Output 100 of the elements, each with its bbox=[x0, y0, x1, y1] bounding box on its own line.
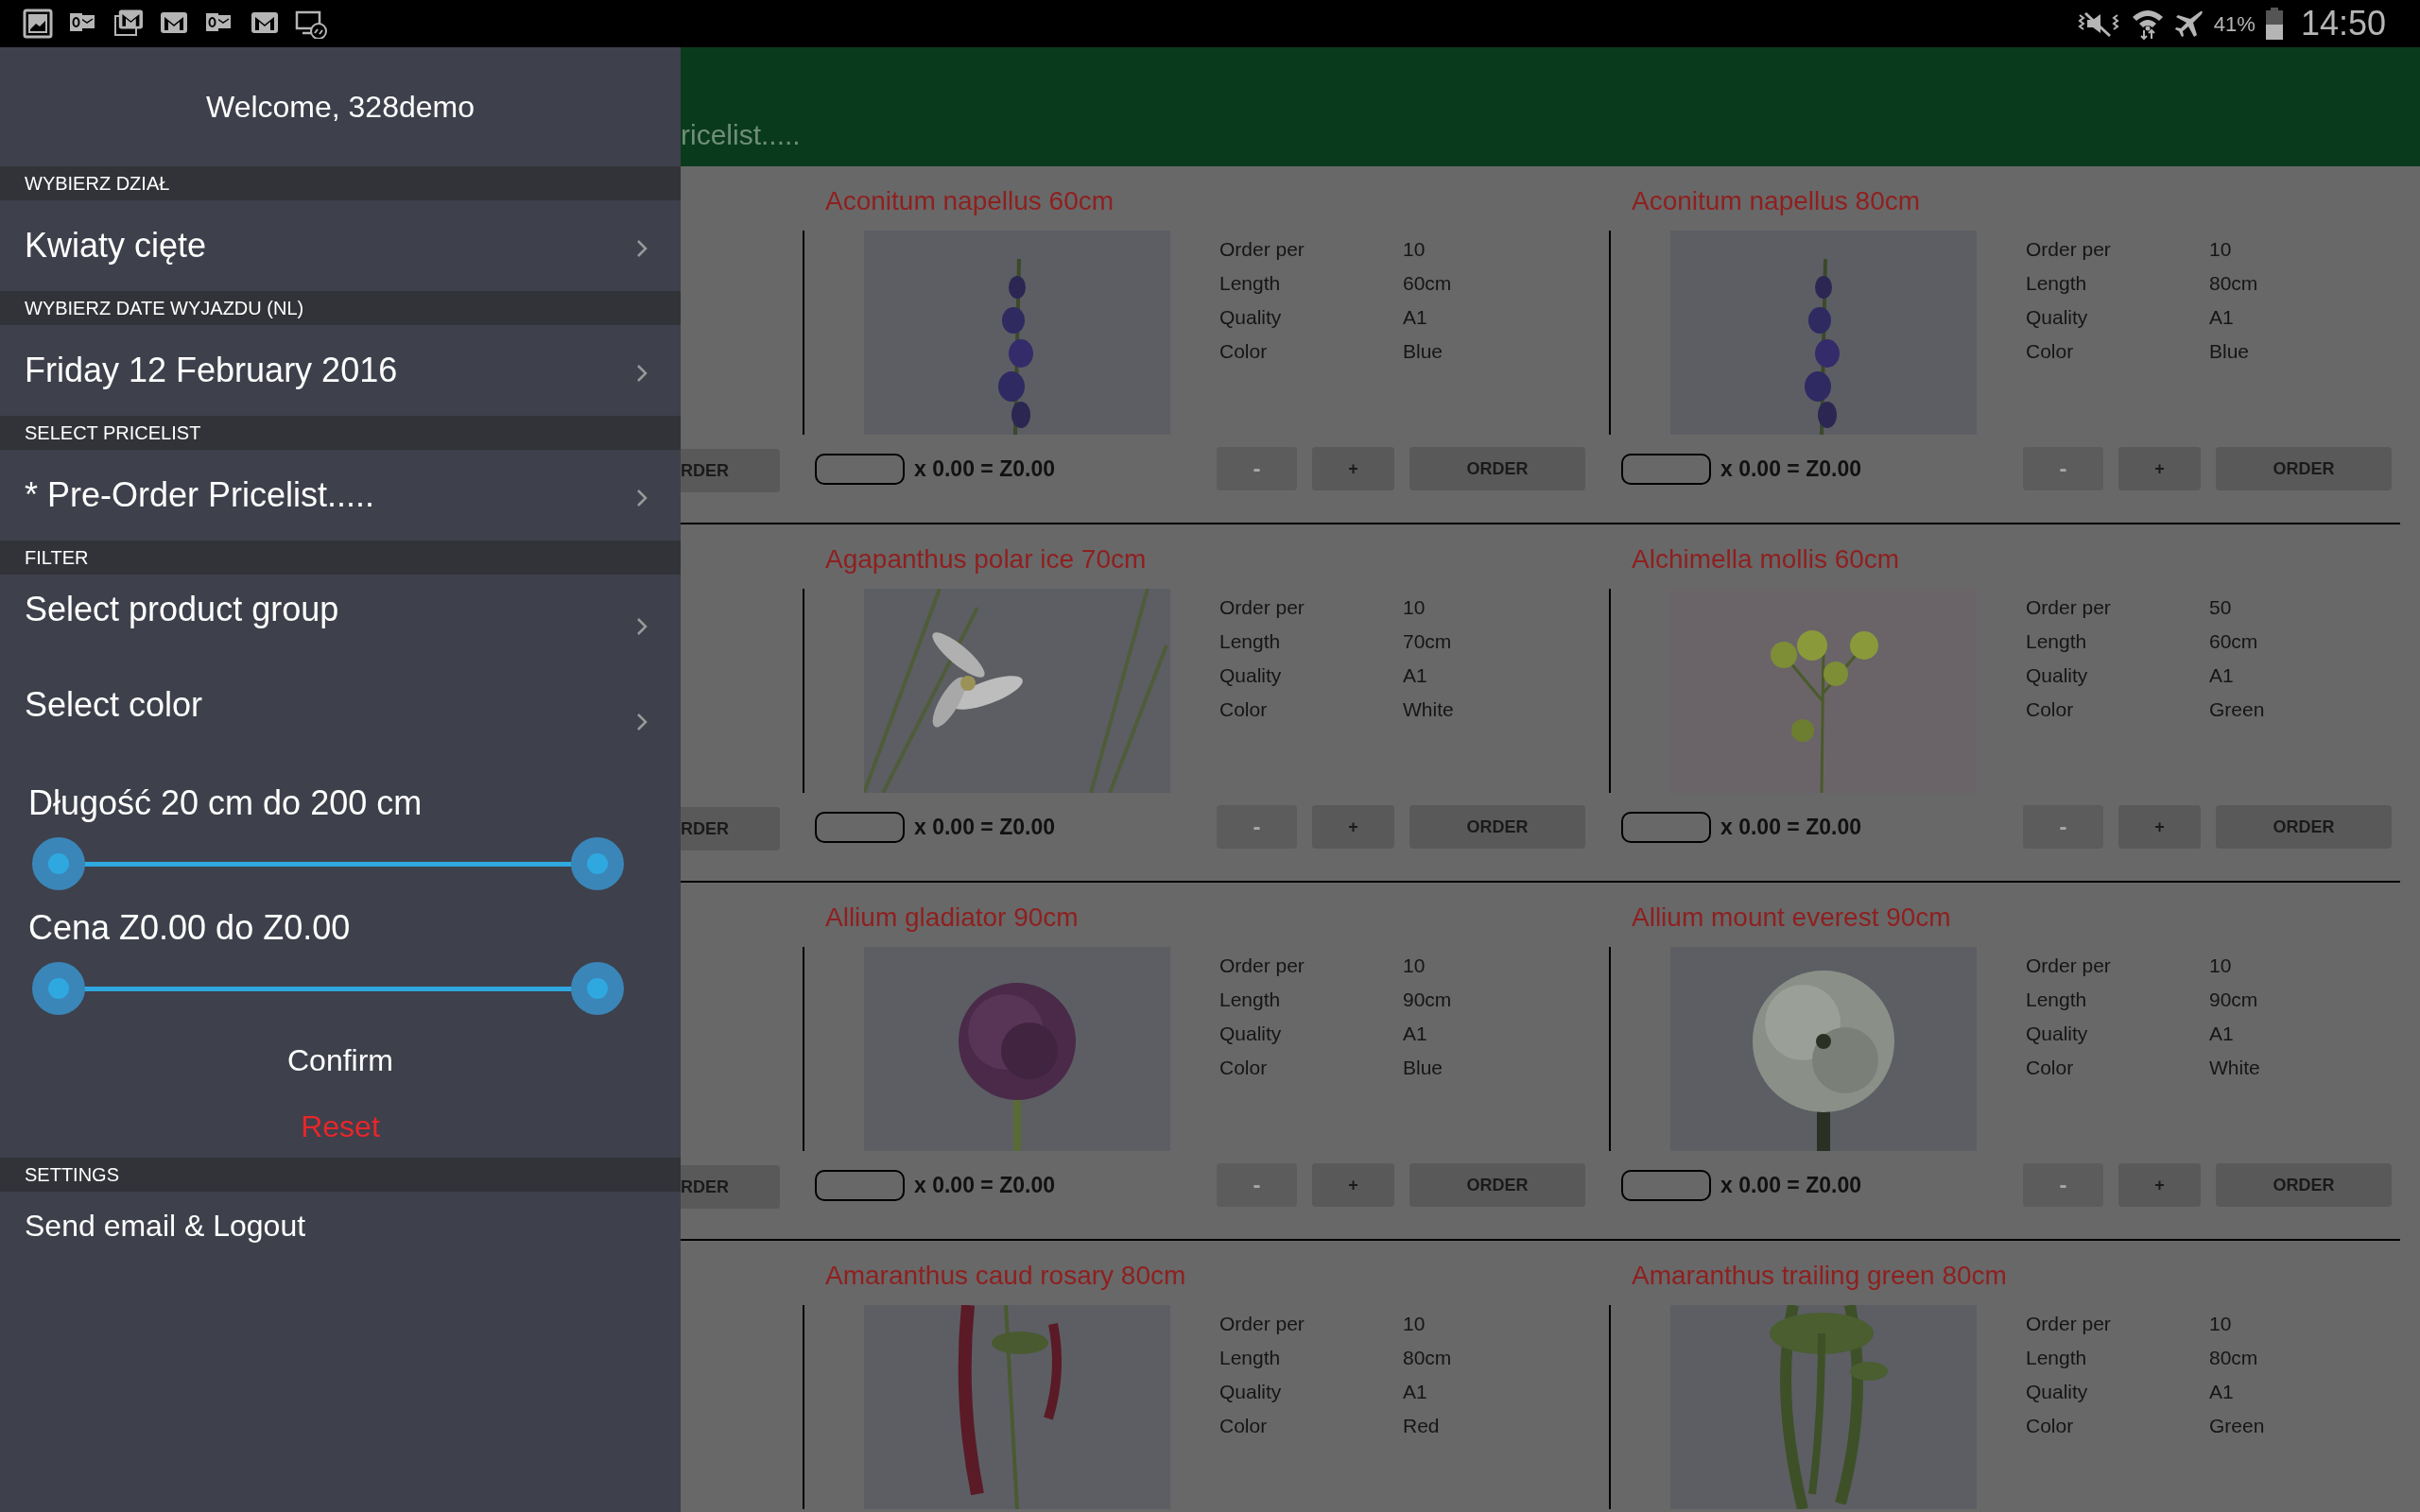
price-total: x 0.00 = Z0.00 bbox=[1720, 455, 1862, 483]
spec-label: Length bbox=[1219, 1346, 1282, 1370]
quantity-field[interactable] bbox=[815, 453, 905, 485]
product-title[interactable]: Aconitum napellus 60cm bbox=[803, 185, 1609, 217]
price-total: x 0.00 = Z0.00 bbox=[1720, 813, 1862, 841]
spec-label: Quality bbox=[2026, 305, 2089, 330]
menu-item[interactable]: * Pre-Order Pricelist..... bbox=[0, 450, 681, 541]
spec-label: Color bbox=[2026, 1056, 2075, 1080]
spec-label: Length bbox=[2026, 629, 2088, 654]
product-title[interactable]: Agapanthus polar ice 70cm bbox=[803, 543, 1609, 576]
spec-label: Length bbox=[2026, 1346, 2088, 1370]
order-button[interactable]: RDER bbox=[681, 449, 780, 492]
product-title[interactable]: Alchimella mollis 60cm bbox=[1609, 543, 2415, 576]
filter-item[interactable]: Select color bbox=[0, 670, 681, 765]
chevron-right-icon bbox=[635, 488, 648, 508]
spec-value: Blue bbox=[1403, 339, 1444, 364]
battery-percentage: 41% bbox=[2213, 10, 2256, 38]
spec-label: Order per bbox=[2026, 1312, 2112, 1336]
spec-label: Quality bbox=[1219, 305, 1283, 330]
spec-value: 70cm bbox=[1403, 629, 1453, 654]
filter-item[interactable]: Select product group bbox=[0, 575, 681, 670]
menu-item[interactable]: Send email & Logout bbox=[0, 1192, 681, 1260]
gallery-icon bbox=[23, 9, 55, 39]
increase-button[interactable]: + bbox=[1312, 805, 1394, 849]
section-header: SETTINGS bbox=[0, 1158, 681, 1192]
spec-label: Color bbox=[1219, 1056, 1269, 1080]
spec-value: A1 bbox=[2209, 663, 2235, 688]
order-button[interactable]: ORDER bbox=[1409, 447, 1585, 490]
spec-value: Blue bbox=[2209, 339, 2251, 364]
spec-value: 10 bbox=[2209, 954, 2233, 978]
spec-value: 80cm bbox=[2209, 1346, 2259, 1370]
menu-item[interactable]: Friday 12 February 2016 bbox=[0, 325, 681, 416]
spec-label: Color bbox=[1219, 697, 1269, 722]
spec-value: 90cm bbox=[2209, 988, 2259, 1012]
spec-value: Green bbox=[2209, 697, 2265, 722]
section-header: WYBIERZ DZIAŁ bbox=[0, 166, 681, 200]
spec-label: Quality bbox=[1219, 1022, 1283, 1046]
spec-label: Color bbox=[2026, 1414, 2075, 1438]
spec-value: White bbox=[1403, 697, 1454, 722]
product-title[interactable]: Allium mount everest 90cm bbox=[1609, 902, 2415, 934]
order-button[interactable]: ORDER bbox=[2216, 805, 2392, 849]
spec-label: Length bbox=[1219, 988, 1282, 1012]
order-button[interactable]: RDER bbox=[681, 1165, 780, 1209]
quantity-field[interactable] bbox=[815, 1169, 905, 1201]
spec-label: Order per bbox=[2026, 237, 2112, 262]
quantity-field[interactable] bbox=[815, 811, 905, 843]
increase-button[interactable]: + bbox=[2118, 805, 2201, 849]
range-label: Cena Z0.00 do Z0.00 bbox=[28, 907, 352, 949]
product-title[interactable]: Amaranthus caud rosary 80cm bbox=[803, 1260, 1609, 1292]
order-button[interactable]: RDER bbox=[681, 807, 780, 850]
spec-value: 10 bbox=[1403, 954, 1426, 978]
section-header: SELECT PRICELIST bbox=[0, 416, 681, 450]
quantity-field[interactable] bbox=[1621, 1169, 1711, 1201]
menu-item[interactable]: Kwiaty cięte bbox=[0, 200, 681, 291]
spec-label: Quality bbox=[1219, 663, 1283, 688]
spec-label: Quality bbox=[1219, 1380, 1283, 1404]
section-header: FILTER bbox=[0, 541, 681, 575]
spec-value: 80cm bbox=[1403, 1346, 1452, 1370]
confirm-button[interactable]: Confirm bbox=[280, 1041, 401, 1079]
order-button[interactable]: ORDER bbox=[2216, 447, 2392, 490]
range-slider[interactable] bbox=[32, 837, 624, 890]
clock-time: 14:50 bbox=[2300, 3, 2386, 44]
order-button[interactable]: ORDER bbox=[2216, 1163, 2392, 1207]
increase-button[interactable]: + bbox=[1312, 447, 1394, 490]
spec-value: 10 bbox=[1403, 595, 1426, 620]
section-header: WYBIERZ DATE WYJAZDU (NL) bbox=[0, 291, 681, 325]
airplane-icon bbox=[2173, 9, 2204, 39]
quantity-field[interactable] bbox=[1621, 811, 1711, 843]
spec-label: Color bbox=[1219, 1414, 1269, 1438]
quantity-field[interactable] bbox=[1621, 453, 1711, 485]
spec-value: 60cm bbox=[2209, 629, 2259, 654]
increase-button[interactable]: + bbox=[2118, 1163, 2201, 1207]
mail-stack-icon bbox=[113, 9, 146, 39]
increase-button[interactable]: + bbox=[1312, 1163, 1394, 1207]
spec-value: A1 bbox=[1403, 1022, 1428, 1046]
spec-value: 10 bbox=[2209, 237, 2233, 262]
increase-button[interactable]: + bbox=[2118, 447, 2201, 490]
spec-label: Length bbox=[1219, 271, 1282, 296]
spec-value: Blue bbox=[1403, 1056, 1444, 1080]
spec-label: Quality bbox=[2026, 1380, 2089, 1404]
product-title[interactable]: Aconitum napellus 80cm bbox=[1609, 185, 2415, 217]
range-slider[interactable] bbox=[32, 962, 624, 1015]
chevron-right-icon bbox=[635, 616, 648, 637]
spec-value: A1 bbox=[2209, 305, 2235, 330]
spec-value: 10 bbox=[1403, 1312, 1426, 1336]
reset-button[interactable]: Reset bbox=[293, 1108, 388, 1145]
welcome-text: Welcome, 328demo bbox=[206, 89, 475, 126]
product-title[interactable]: Amaranthus trailing green 80cm bbox=[1609, 1260, 2415, 1292]
range-label: Długość 20 cm do 200 cm bbox=[28, 782, 424, 824]
spec-label: Color bbox=[2026, 339, 2075, 364]
chevron-right-icon bbox=[635, 712, 648, 732]
spec-label: Order per bbox=[1219, 237, 1305, 262]
product-title[interactable]: Allium gladiator 90cm bbox=[803, 902, 1609, 934]
spec-label: Length bbox=[1219, 629, 1282, 654]
spec-label: Length bbox=[2026, 271, 2088, 296]
price-total: x 0.00 = Z0.00 bbox=[914, 813, 1056, 841]
order-button[interactable]: ORDER bbox=[1409, 805, 1585, 849]
spec-value: 50 bbox=[2209, 595, 2233, 620]
order-button[interactable]: ORDER bbox=[1409, 1163, 1585, 1207]
spec-label: Color bbox=[1219, 339, 1269, 364]
